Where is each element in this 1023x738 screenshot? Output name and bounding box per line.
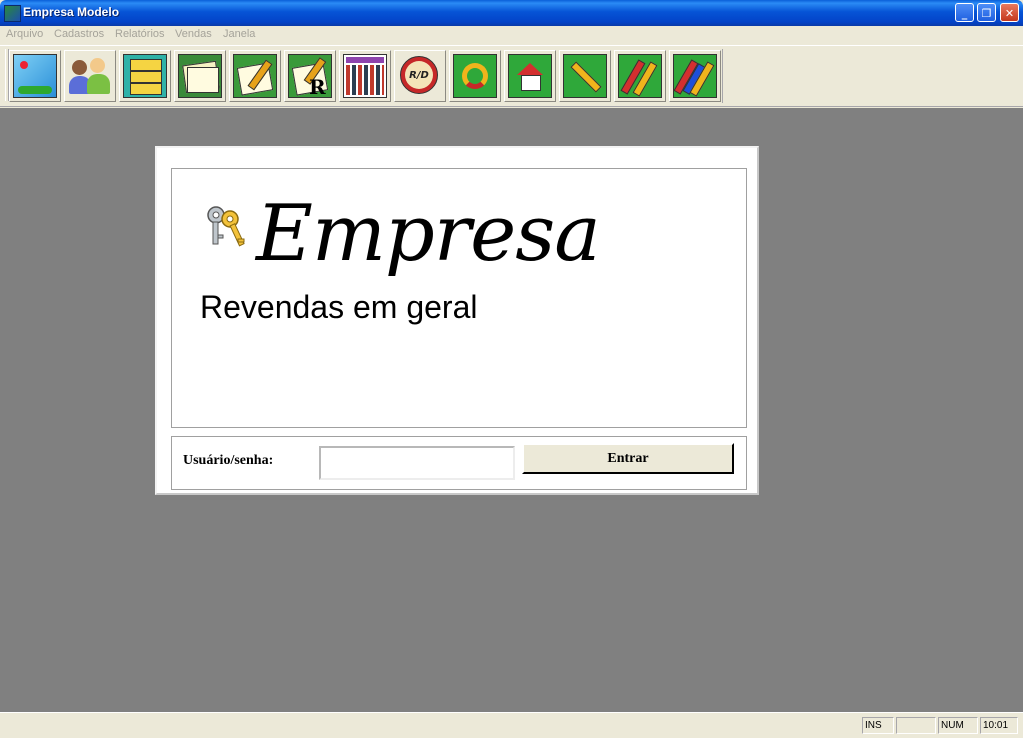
menu-relatorios[interactable]: Relatórios [115,28,165,40]
calendar-button[interactable] [339,50,391,102]
rd-label: R/D [409,69,429,81]
brand-tagline: Revendas em geral [200,289,478,325]
refresh-button[interactable] [449,50,501,102]
pen-button[interactable] [559,50,611,102]
map-icon [13,54,57,98]
status-time: 10:01 [980,717,1018,734]
rd-icon: R/D [398,54,442,98]
menu-vendas[interactable]: Vendas [175,28,212,40]
menu-janela[interactable]: Janela [223,28,255,40]
checkmark-blue-button[interactable] [669,50,721,102]
status-bar: INS NUM 10:01 [0,712,1023,738]
documents-button[interactable] [174,50,226,102]
edit-report-icon: R [288,54,332,99]
calendar-icon [343,54,387,98]
edit-report-button[interactable]: R [284,50,336,102]
pen-icon [563,54,607,98]
login-form: Usuário/senha: Entrar [171,436,747,490]
home-icon [508,54,552,98]
enter-button[interactable]: Entrar [522,443,734,474]
toolbar-separator [722,49,723,103]
file-cabinet-button[interactable] [119,50,171,102]
maximize-button[interactable]: ❐ [977,3,996,22]
status-blank [896,717,936,734]
toolbar: R R/D [0,45,1023,107]
minimize-button[interactable]: _ [955,3,974,22]
documents-icon [178,54,222,98]
edit-note-button[interactable] [229,50,281,102]
close-button[interactable]: ✕ [1000,3,1019,22]
title-bar[interactable]: Empresa Modelo _ ❐ ✕ [0,0,1023,26]
map-button[interactable] [9,50,61,102]
login-panel: Empresa Revendas em geral Usuário/senha:… [155,146,759,495]
report-r-letter: R [309,75,326,99]
rd-button[interactable]: R/D [394,50,446,102]
file-cabinet-icon [123,54,167,98]
app-icon[interactable] [4,5,21,22]
logo-box: Empresa Revendas em geral [171,168,747,428]
users-icon [68,54,112,98]
users-button[interactable] [64,50,116,102]
window-title: Empresa Modelo [23,5,120,19]
menu-arquivo[interactable]: Arquivo [6,28,43,40]
menu-bar: Arquivo Cadastros Relatórios Vendas Jane… [0,26,1023,45]
login-label: Usuário/senha: [183,453,274,468]
checkmark-icon [618,54,662,98]
checkmark-button[interactable] [614,50,666,102]
status-ins: INS [862,717,894,734]
home-button[interactable] [504,50,556,102]
menu-cadastros[interactable]: Cadastros [54,28,104,40]
brand-name: Empresa [256,189,601,279]
user-password-input[interactable] [319,446,515,480]
keys-icon [207,206,245,247]
refresh-icon [453,54,497,98]
checkmark-blue-icon [673,54,717,98]
status-num: NUM [938,717,978,734]
edit-note-icon [233,54,277,98]
